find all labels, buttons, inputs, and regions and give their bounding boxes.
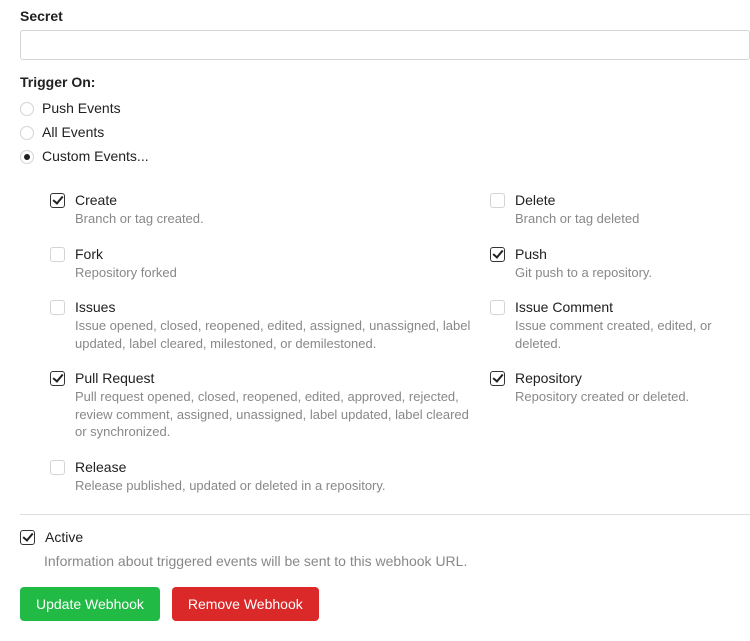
active-checkbox-row[interactable]: Active <box>20 525 750 549</box>
event-desc: Branch or tag deleted <box>515 210 750 228</box>
active-label: Active <box>45 529 83 545</box>
event-title: Issues <box>75 299 480 315</box>
trigger-option-push-events[interactable]: Push Events <box>20 96 750 120</box>
radio-icon <box>20 150 34 164</box>
event-delete[interactable]: Delete Branch or tag deleted <box>490 192 750 228</box>
active-description: Information about triggered events will … <box>44 553 750 569</box>
checkbox-icon <box>490 193 505 208</box>
event-title: Push <box>515 246 750 262</box>
checkbox-icon <box>490 247 505 262</box>
events-grid: Create Branch or tag created. Delete Bra… <box>20 182 750 514</box>
secret-label: Secret <box>20 8 750 24</box>
checkbox-icon <box>20 530 35 545</box>
event-release[interactable]: Release Release published, updated or de… <box>50 459 480 495</box>
checkbox-icon <box>50 300 65 315</box>
radio-label: All Events <box>42 124 104 140</box>
event-desc: Release published, updated or deleted in… <box>75 477 480 495</box>
checkbox-icon <box>490 371 505 386</box>
trigger-option-custom-events[interactable]: Custom Events... <box>20 144 750 168</box>
event-desc: Issue comment created, edited, or delete… <box>515 317 750 352</box>
checkbox-icon <box>50 247 65 262</box>
event-desc: Git push to a repository. <box>515 264 750 282</box>
radio-icon <box>20 102 34 116</box>
event-title: Delete <box>515 192 750 208</box>
radio-label: Custom Events... <box>42 148 149 164</box>
event-fork[interactable]: Fork Repository forked <box>50 246 480 282</box>
radio-label: Push Events <box>42 100 121 116</box>
update-webhook-button[interactable]: Update Webhook <box>20 587 160 621</box>
radio-icon <box>20 126 34 140</box>
secret-input[interactable] <box>20 30 750 60</box>
event-desc: Repository created or deleted. <box>515 388 750 406</box>
trigger-on-label: Trigger On: <box>20 74 750 90</box>
event-title: Fork <box>75 246 480 262</box>
checkbox-icon <box>50 371 65 386</box>
event-push[interactable]: Push Git push to a repository. <box>490 246 750 282</box>
event-issue-comment[interactable]: Issue Comment Issue comment created, edi… <box>490 299 750 352</box>
event-create[interactable]: Create Branch or tag created. <box>50 192 480 228</box>
event-repository[interactable]: Repository Repository created or deleted… <box>490 370 750 441</box>
event-title: Pull Request <box>75 370 480 386</box>
divider <box>20 514 750 515</box>
event-desc: Repository forked <box>75 264 480 282</box>
trigger-option-all-events[interactable]: All Events <box>20 120 750 144</box>
event-desc: Branch or tag created. <box>75 210 480 228</box>
event-title: Issue Comment <box>515 299 750 315</box>
event-title: Repository <box>515 370 750 386</box>
checkbox-icon <box>490 300 505 315</box>
event-issues[interactable]: Issues Issue opened, closed, reopened, e… <box>50 299 480 352</box>
remove-webhook-button[interactable]: Remove Webhook <box>172 587 319 621</box>
checkbox-icon <box>50 460 65 475</box>
event-desc: Pull request opened, closed, reopened, e… <box>75 388 480 441</box>
event-title: Create <box>75 192 480 208</box>
event-title: Release <box>75 459 480 475</box>
event-desc: Issue opened, closed, reopened, edited, … <box>75 317 480 352</box>
event-pull-request[interactable]: Pull Request Pull request opened, closed… <box>50 370 480 441</box>
checkbox-icon <box>50 193 65 208</box>
